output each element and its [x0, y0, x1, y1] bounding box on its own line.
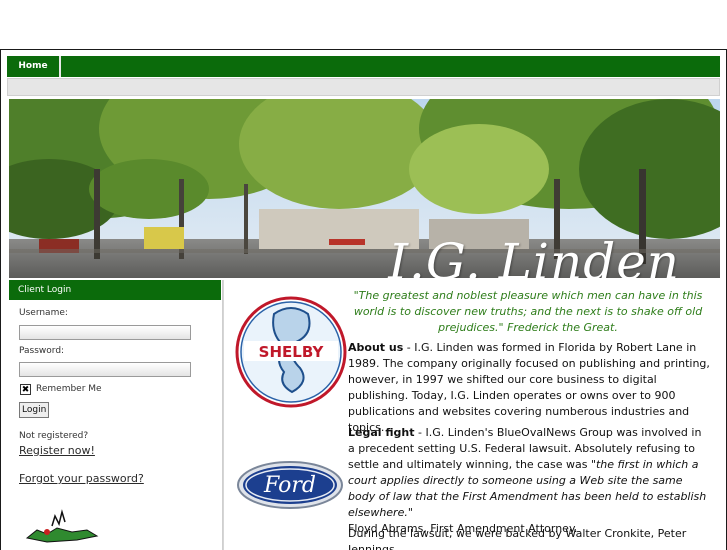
legal-fight-heading: Legal fight [348, 426, 415, 439]
remember-me-label: Remember Me [36, 384, 102, 394]
forgot-password-link[interactable]: Forgot your password? [19, 472, 144, 485]
login-button[interactable]: Login [19, 402, 50, 418]
frederick-quote: "The greatest and noblest pleasure which… [353, 289, 703, 334]
x-check-icon: ✖ [21, 385, 30, 395]
shelby-logo: SHELBY [235, 296, 347, 408]
page-frame: Home I.G. Linden Client Login Username: … [0, 49, 727, 550]
legal-fight-paragraph: Legal fight - I.G. Linden's BlueOvalNews… [348, 425, 710, 537]
username-input[interactable] [19, 325, 191, 340]
mascot-icon [25, 509, 99, 543]
main-content: SHELBY Ford "The greatest and noblest pl… [223, 280, 722, 550]
shelby-logo-text: SHELBY [259, 343, 325, 361]
header-banner: I.G. Linden [9, 99, 720, 278]
about-us-heading: About us [348, 341, 404, 354]
banner-title: I.G. Linden [388, 233, 680, 278]
password-input[interactable] [19, 362, 191, 377]
not-registered-text: Not registered? [19, 431, 89, 441]
client-login-header: Client Login [9, 280, 221, 300]
top-navbar: Home [7, 56, 720, 77]
sub-navbar [7, 78, 720, 96]
remember-me-checkbox[interactable]: ✖ [20, 384, 31, 395]
about-us-text: - I.G. Linden was formed in Florida by R… [348, 341, 710, 434]
left-sidebar: Client Login Username: Password: ✖ Remem… [7, 280, 223, 550]
ford-logo: Ford [237, 461, 343, 509]
ford-logo-text: Ford [263, 473, 316, 498]
username-label: Username: [19, 308, 68, 318]
about-us-paragraph: About us - I.G. Linden was formed in Flo… [348, 340, 710, 436]
password-label: Password: [19, 346, 65, 356]
register-now-link[interactable]: Register now! [19, 444, 95, 457]
nav-home-link[interactable]: Home [7, 56, 61, 77]
lawsuit-paragraph: During the lawsuit, we were backed by Wa… [348, 527, 687, 550]
